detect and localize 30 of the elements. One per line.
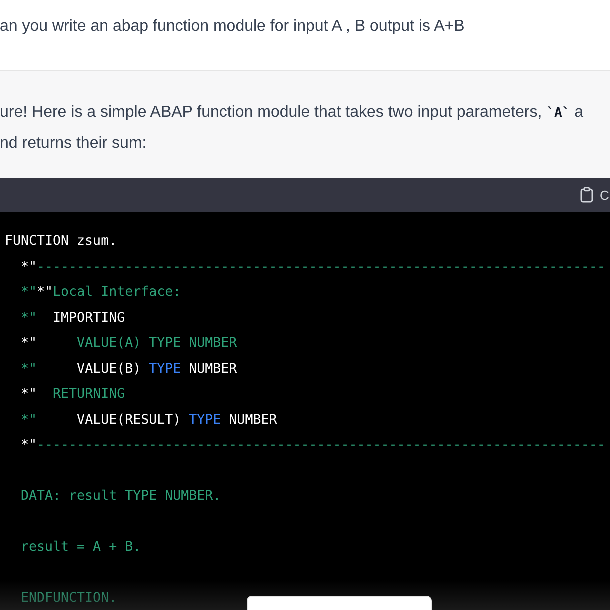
code-comment: result = A + B.	[20, 539, 142, 557]
code-comment: DATA: result TYPE NUMBER.	[20, 488, 222, 506]
code-text: VALUE(B)	[76, 360, 142, 378]
code-text: VALUE(RESULT)	[76, 412, 182, 430]
code-comment: Local Interface:	[53, 284, 182, 302]
code-text: *"	[20, 335, 38, 353]
clipboard-icon	[580, 187, 594, 203]
code-text: *"	[20, 258, 38, 276]
code-comment: RETURNING	[52, 386, 126, 404]
code-comment: *"	[20, 310, 38, 328]
code-text: NUMBER	[228, 412, 278, 430]
code-text: *"	[20, 437, 38, 455]
code-comment: VALUE(A) TYPE NUMBER	[76, 335, 238, 353]
code-text: IMPORTING	[52, 310, 126, 328]
code-comment: *"	[20, 412, 38, 430]
code-comment: ENDFUNCTION.	[20, 590, 118, 608]
code-text: FUNCTION zsum.	[5, 233, 118, 251]
code-comment: -----------------------------------------------------------------------	[37, 258, 606, 276]
code-text: *"	[37, 284, 54, 302]
code-comment: *"	[20, 284, 38, 302]
code-comment: *"	[20, 360, 38, 378]
answer-text: ure! Here is a simple ABAP function module that takes two input parameters, `A` a	[0, 103, 584, 123]
code-keyword: TYPE	[149, 360, 182, 378]
code-comment: -----------------------------------------------------------------------	[37, 437, 606, 455]
user-message: an you write an abap function module for input A , B output is A+B	[0, 17, 465, 37]
code-text: *"	[20, 386, 38, 404]
code-text: NUMBER	[188, 360, 238, 378]
copy-button[interactable]: C	[600, 188, 610, 202]
answer-text: nd returns their sum:	[0, 134, 148, 154]
code-keyword: TYPE	[189, 412, 222, 430]
